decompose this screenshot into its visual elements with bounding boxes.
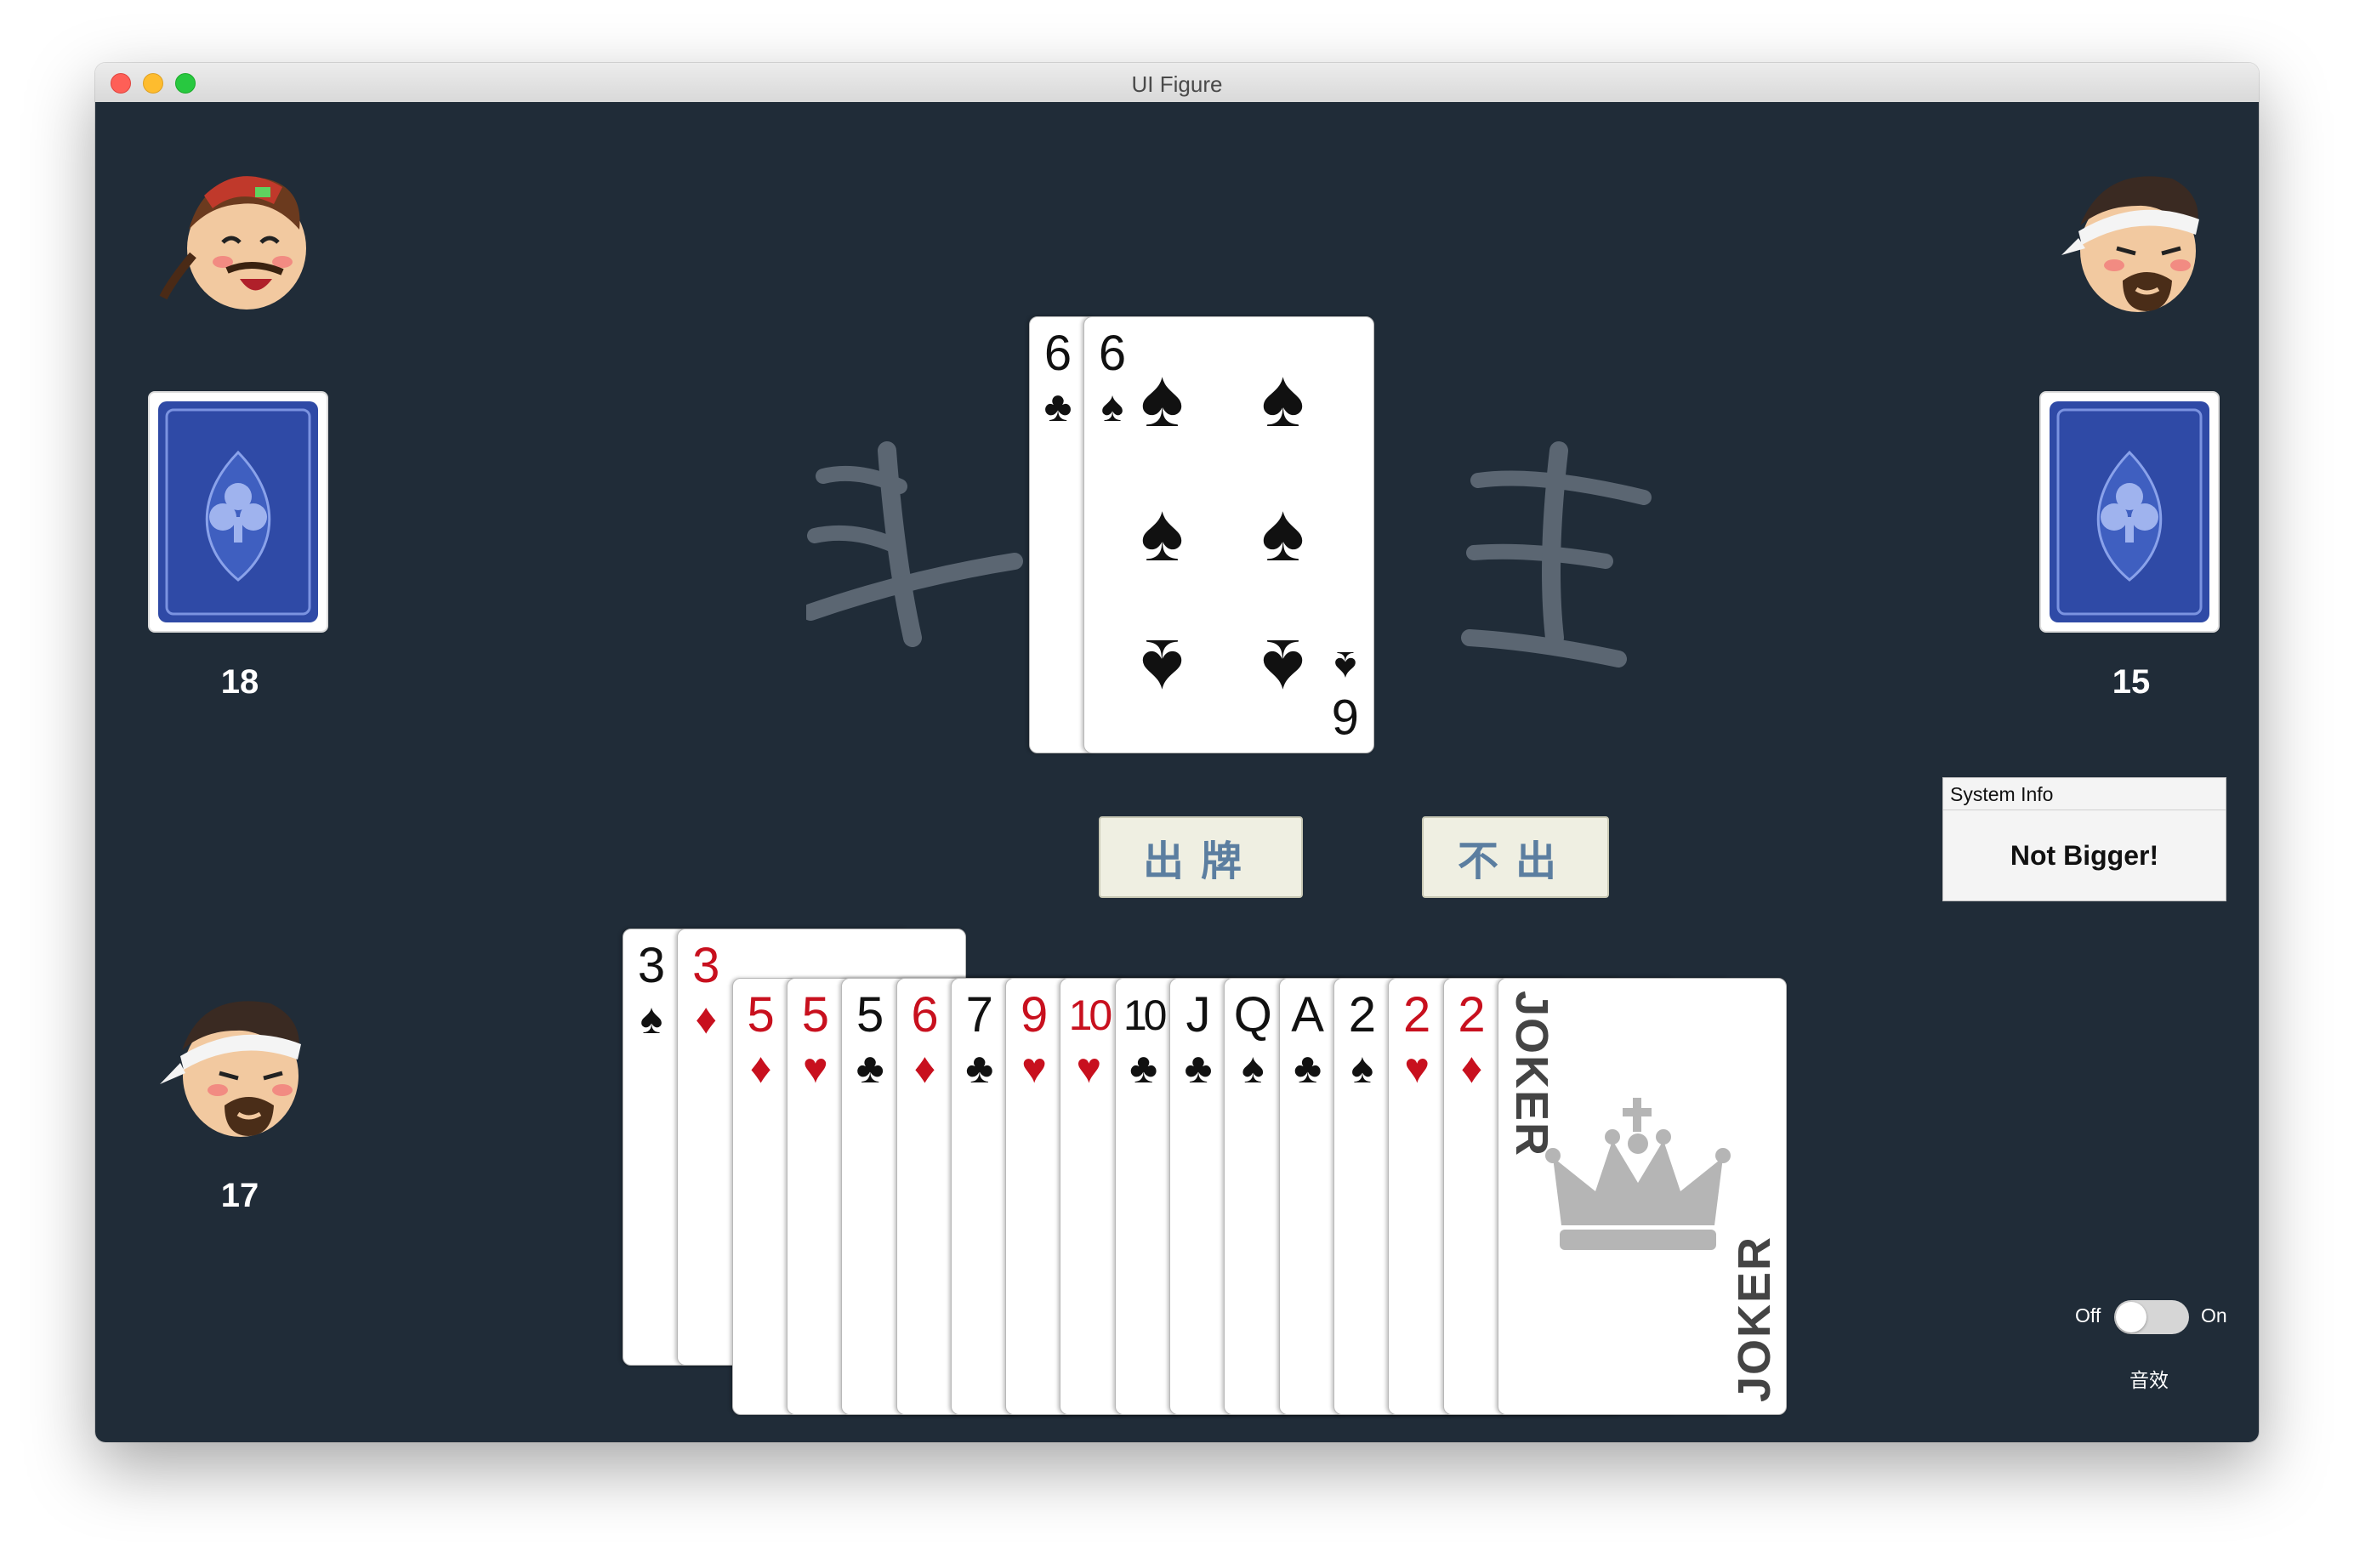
table-card-rank: 6 [1098,326,1127,381]
spade-pip-icon: ♠ [1140,353,1184,444]
joker-label-bottom: JOKER [1728,1235,1780,1402]
opponent-left-card-count: 18 [220,663,259,701]
hand-card-suit-icon: ♦ [695,995,718,1042]
hand-card-rank: 5 [856,987,884,1042]
table-card-suit: ♠ [1100,383,1124,430]
hand-card-suit-icon: ♣ [856,1044,884,1092]
table-card-rank-bottom: 6 [1331,689,1360,744]
hand-card-suit-icon: ♥ [1021,1044,1047,1092]
system-info-panel: System Info Not Bigger! [1942,777,2226,901]
hand-card-suit-icon: ♥ [1076,1044,1102,1092]
table-card: 6 ♠ ♠ ♠ ♠ ♠ ♠ ♠ 6 ♠ [1083,316,1374,753]
hand-card-suit-icon: ♠ [1242,1044,1265,1092]
hand-card-suit-icon: ♣ [965,1044,994,1092]
spade-pip-icon: ♠ [1261,353,1305,444]
hand-card-rank: 2 [1458,987,1486,1042]
hand-card-suit-icon: ♣ [1184,1044,1213,1092]
hand-card-joker[interactable]: JOKER JOKER [1497,978,1787,1415]
opponent-right-card-back [2039,391,2220,633]
spade-pip-icon: ♠ [1140,622,1184,713]
hand-card-rank: 9 [1020,987,1049,1042]
hand-card-suit-icon: ♣ [1129,1044,1158,1092]
sound-toggle-switch[interactable] [2114,1300,2189,1334]
hand-card-rank: 3 [637,938,666,993]
opponent-right-card-count: 15 [2112,663,2151,701]
hand-card-suit-icon: ♠ [1350,1044,1374,1092]
sound-caption: 音效 [2129,1369,2169,1391]
hand-card-rank: 10 [1068,991,1113,1039]
hand-card-suit-icon: ♦ [749,1044,772,1092]
hand-card-rank: 7 [965,987,993,1042]
app-window: UI Figure 18 15 17 6 ♣ 6 ♠ ♠ ♠ ♠ ♠ ♠ ♠ 6… [95,63,2259,1442]
opponent-left-card-back [148,391,328,633]
hand-card-rank: 2 [1348,987,1377,1042]
hand-card-suit-icon: ♦ [1460,1044,1483,1092]
hand-card-suit-icon: ♥ [803,1044,828,1092]
hand-card-rank: J [1186,987,1211,1042]
hand-card-suit-icon: ♥ [1404,1044,1430,1092]
table-card-suit: ♣ [1043,383,1072,430]
game-table: 18 15 17 6 ♣ 6 ♠ ♠ ♠ ♠ ♠ ♠ ♠ 6 ♠ 出牌 不出 S… [95,102,2259,1442]
hand-card-rank: 5 [801,987,830,1042]
table-card-rank: 6 [1043,326,1072,381]
play-cards-button[interactable]: 出牌 [1099,816,1303,898]
hand-card-suit-icon: ♣ [1294,1044,1322,1092]
player-self-avatar [160,1001,301,1137]
system-info-header: System Info [1943,778,2226,810]
spade-pip-icon: ♠ [1261,622,1305,713]
hand-card-rank: 3 [692,938,720,993]
hand-card-rank: A [1291,987,1324,1042]
opponent-left-avatar [159,176,306,310]
hand-card-rank: Q [1233,987,1272,1042]
hand-card-rank: 10 [1123,991,1168,1039]
window-title: UI Figure [1131,71,1223,97]
hand-card-rank: 6 [911,987,939,1042]
title-bar: UI Figure [95,63,2259,103]
sound-off-label: Off [2075,1304,2101,1327]
table-card-suit-bottom: ♠ [1333,643,1357,690]
opponent-right-avatar [2061,176,2199,312]
hand-card-suit-icon: ♠ [640,995,663,1042]
spade-pip-icon: ♠ [1261,487,1305,578]
pass-button[interactable]: 不出 [1422,816,1609,898]
hand-card-rank: 2 [1403,987,1431,1042]
spade-pip-icon: ♠ [1140,487,1184,578]
crown-icon [1544,1098,1731,1250]
sound-toggle-knob[interactable] [2116,1302,2146,1332]
hand-card-rank: 5 [747,987,775,1042]
system-info-message: Not Bigger! [2010,840,2159,871]
sound-on-label: On [2201,1304,2227,1327]
player-self-card-count: 17 [220,1177,259,1214]
hand-card-suit-icon: ♦ [913,1044,936,1092]
